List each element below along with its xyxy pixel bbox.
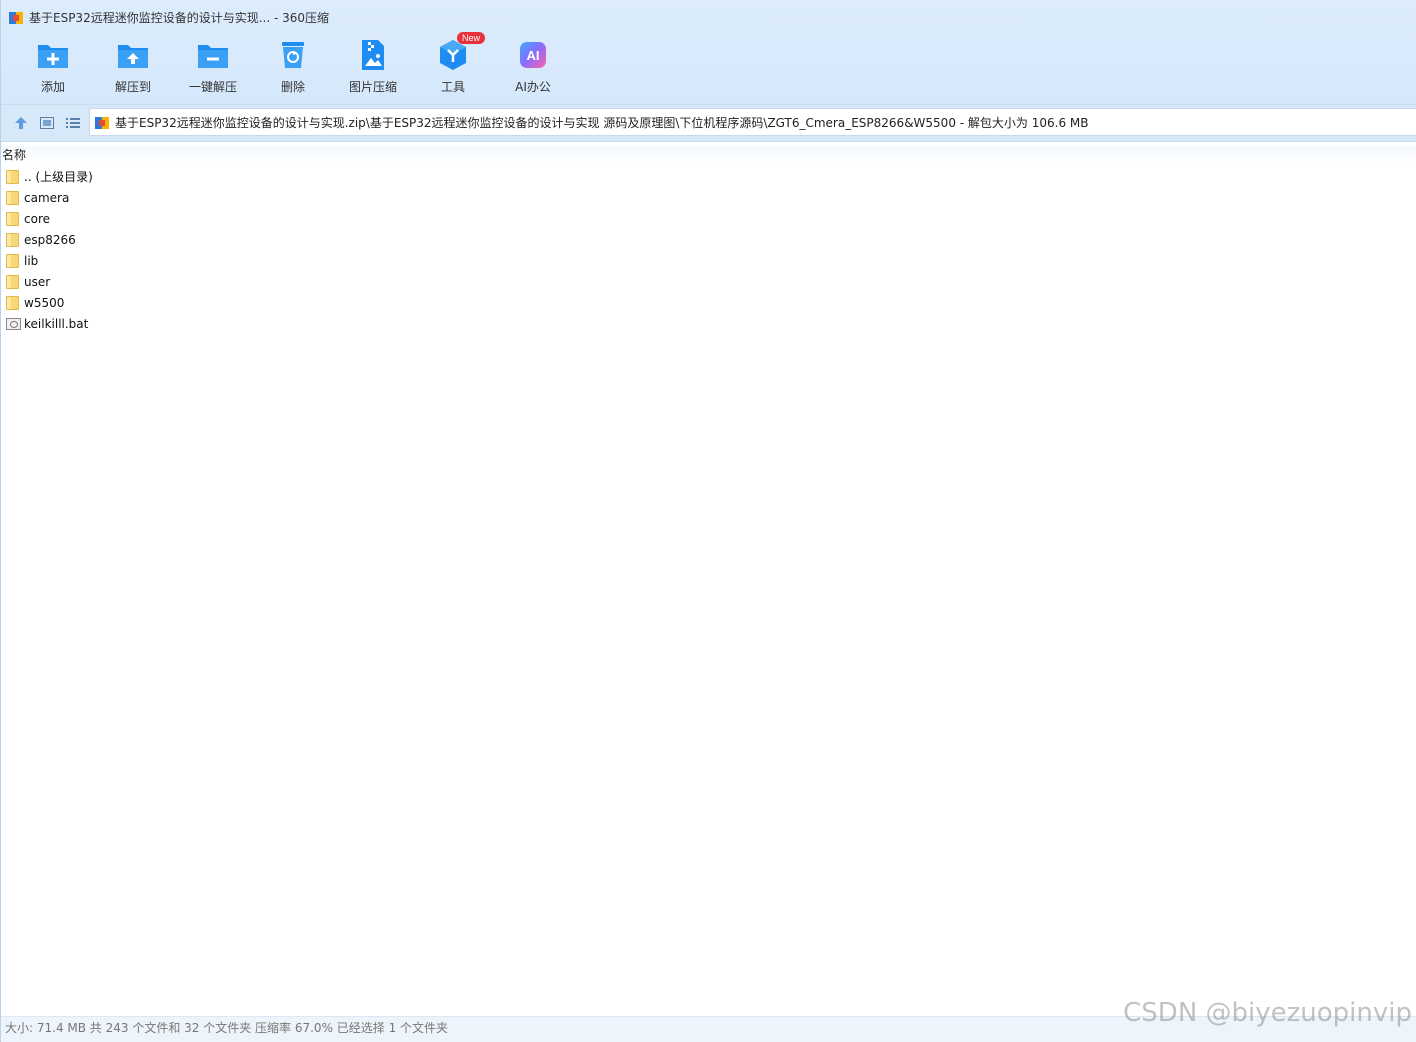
one-click-extract-button[interactable]: 一键解压 xyxy=(173,38,253,95)
extract-to-icon xyxy=(116,38,150,72)
toolbar: 添加 解压到 一键解压 删除 图片压缩 New 工具 AI AI办公 xyxy=(13,32,573,95)
list-view-button[interactable] xyxy=(64,114,82,132)
arrow-up-icon xyxy=(15,117,27,129)
extract-to-label: 解压到 xyxy=(114,80,151,94)
ai-office-label: AI办公 xyxy=(515,80,551,94)
file-name: keilkilll.bat xyxy=(24,316,89,331)
list-item-user[interactable]: user xyxy=(1,271,1416,292)
tools-label: 工具 xyxy=(440,80,465,94)
watermark-text: CSDN @biyezuopinvip xyxy=(1123,998,1412,1028)
image-compress-label: 图片压缩 xyxy=(348,80,397,94)
address-path: 基于ESP32远程迷你监控设备的设计与实现.zip\基于ESP32远程迷你监控设… xyxy=(115,115,1089,130)
delete-button[interactable]: 删除 xyxy=(253,38,333,95)
list-item-camera[interactable]: camera xyxy=(1,187,1416,208)
tools-button[interactable]: New 工具 xyxy=(413,32,493,95)
archive-icon xyxy=(95,115,110,130)
app-window: 基于ESP32远程迷你监控设备的设计与实现... - 360压缩 添加 解压到 … xyxy=(0,0,1416,1042)
folder-icon xyxy=(6,169,20,184)
add-folder-icon xyxy=(36,38,70,72)
go-up-button[interactable] xyxy=(12,114,30,132)
add-button-label: 添加 xyxy=(40,80,65,94)
new-badge: New xyxy=(457,32,486,44)
file-list: 名称 .. (上级目录) camera core esp8266 lib use… xyxy=(1,146,1416,334)
list-item-core[interactable]: core xyxy=(1,208,1416,229)
ai-icon-text: AI xyxy=(527,48,540,63)
thumbnail-view-icon xyxy=(40,117,54,129)
file-name: lib xyxy=(24,253,39,268)
navigation-row: 基于ESP32远程迷你监控设备的设计与实现.zip\基于ESP32远程迷你监控设… xyxy=(1,104,1416,142)
status-text: 大小: 71.4 MB 共 243 个文件和 32 个文件夹 压缩率 67.0%… xyxy=(5,1021,449,1035)
file-name: esp8266 xyxy=(24,232,76,247)
list-item-keilkilll-bat[interactable]: keilkilll.bat xyxy=(1,313,1416,334)
extract-to-button[interactable]: 解压到 xyxy=(93,38,173,95)
title-bar: 基于ESP32远程迷你监控设备的设计与实现... - 360压缩 xyxy=(9,7,329,27)
folder-icon xyxy=(6,274,20,289)
folder-icon xyxy=(6,295,20,310)
file-name: .. (上级目录) xyxy=(24,170,93,184)
column-header-name[interactable]: 名称 xyxy=(1,146,1416,164)
folder-icon xyxy=(6,232,20,247)
delete-label: 删除 xyxy=(280,80,305,94)
list-item-lib[interactable]: lib xyxy=(1,250,1416,271)
image-compress-button[interactable]: 图片压缩 xyxy=(333,38,413,95)
ai-office-button[interactable]: AI AI办公 xyxy=(493,38,573,95)
one-click-extract-icon xyxy=(196,38,230,72)
list-view-icon xyxy=(66,118,80,128)
header-area: 基于ESP32远程迷你监控设备的设计与实现... - 360压缩 添加 解压到 … xyxy=(1,0,1416,104)
batch-file-icon xyxy=(6,316,21,331)
list-item-esp8266[interactable]: esp8266 xyxy=(1,229,1416,250)
list-item-w5500[interactable]: w5500 xyxy=(1,292,1416,313)
image-compress-icon xyxy=(356,38,390,72)
list-item-parent-dir[interactable]: .. (上级目录) xyxy=(1,166,1416,187)
file-name: w5500 xyxy=(24,295,65,310)
app-logo-icon xyxy=(9,10,24,25)
folder-icon xyxy=(6,190,20,205)
folder-icon xyxy=(6,253,20,268)
file-rows: .. (上级目录) camera core esp8266 lib user w… xyxy=(1,166,1416,334)
folder-icon xyxy=(6,211,20,226)
address-bar[interactable]: 基于ESP32远程迷你监控设备的设计与实现.zip\基于ESP32远程迷你监控设… xyxy=(89,108,1416,136)
file-name: camera xyxy=(24,190,70,205)
one-click-extract-label: 一键解压 xyxy=(188,80,237,94)
add-button[interactable]: 添加 xyxy=(13,38,93,95)
recycle-bin-icon xyxy=(276,38,310,72)
file-name: core xyxy=(24,211,50,226)
ai-office-icon: AI xyxy=(516,38,550,72)
window-title: 基于ESP32远程迷你监控设备的设计与实现... - 360压缩 xyxy=(29,10,330,25)
file-name: user xyxy=(24,274,51,289)
thumbnail-view-button[interactable] xyxy=(38,114,56,132)
